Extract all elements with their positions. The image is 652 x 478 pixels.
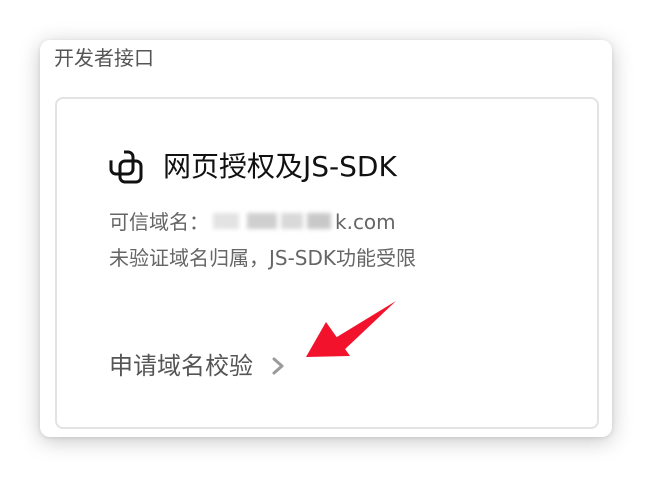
web-auth-jssdk-card: 网页授权及JS-SDK 可信域名： k.com 未验证域名归属，JS-SDK功能受… [55, 97, 599, 429]
trusted-domain-label: 可信域名： [109, 210, 209, 234]
trusted-domain-suffix: k.com [335, 210, 396, 234]
copy-icon [109, 150, 143, 184]
redacted-domain-mask [211, 209, 331, 233]
card-title: 网页授权及JS-SDK [163, 150, 397, 183]
apply-domain-verification-link[interactable]: 申请域名校验 [109, 351, 285, 381]
developer-interface-panel: 开发者接口 网页授权及JS-SDK 可信域名： k.com 未验证域名归属，JS-… [40, 40, 612, 437]
section-title: 开发者接口 [54, 46, 154, 70]
page: 开发者接口 网页授权及JS-SDK 可信域名： k.com 未验证域名归属，JS-… [0, 0, 652, 478]
card-header: 网页授权及JS-SDK [109, 150, 397, 184]
domain-warning-text: 未验证域名归属，JS-SDK功能受限 [109, 246, 417, 270]
apply-domain-verification-label: 申请域名校验 [109, 352, 253, 380]
trusted-domain-row: 可信域名： k.com [109, 209, 396, 235]
chevron-right-icon [271, 357, 285, 375]
